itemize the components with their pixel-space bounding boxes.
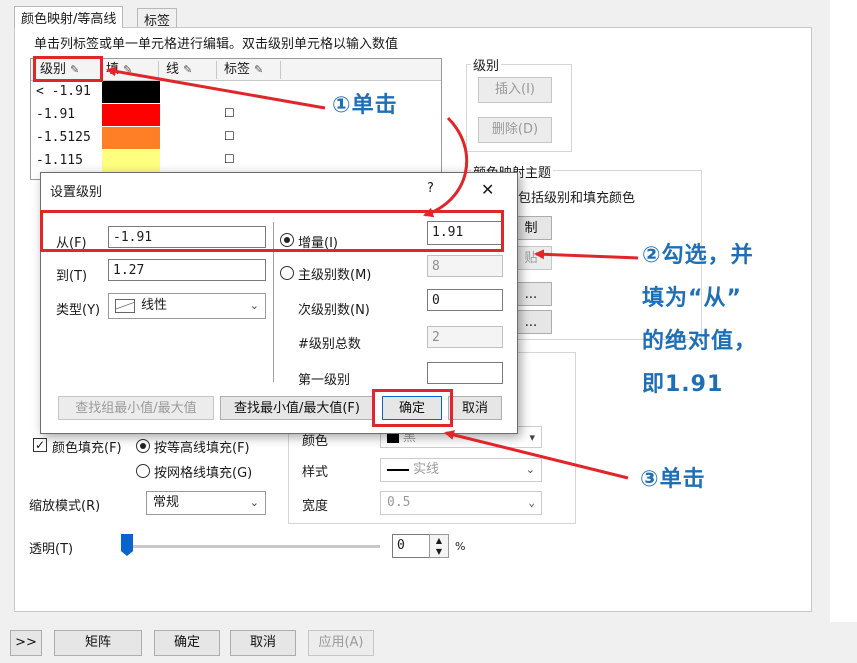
tab-colormap-contour[interactable]: 颜色映射/等高线 [14, 6, 124, 28]
grid-row-level[interactable]: -1.5125 [36, 130, 91, 145]
annotation-step2-line1: ②勾选，并 [642, 243, 754, 268]
fill-by-grid-label: 按网格线填充(G) [154, 466, 253, 481]
to-input[interactable]: 1.27 [108, 259, 266, 281]
find-group-minmax-button[interactable]: 查找组最小值/最大值 [58, 396, 214, 420]
transparency-input[interactable]: 0 [392, 534, 430, 558]
grid-row-level[interactable]: -1.91 [36, 107, 75, 122]
colormap-theme-desc: 包括级别和填充颜色 [518, 191, 636, 206]
color-fill-label: 颜色填充(F) [52, 441, 122, 456]
spin-down-icon[interactable]: ▼ [430, 546, 448, 557]
fill-by-contour-label: 按等高线填充(F) [154, 441, 250, 456]
pencil-icon: ✎ [254, 63, 264, 76]
major-levels-label: 主级别数(M) [298, 268, 372, 283]
type-select[interactable]: 线性 ⌄ [108, 293, 266, 319]
dialog-title: 设置级别 [50, 185, 103, 200]
level-group-title: 级别 [471, 55, 502, 74]
fill-by-contour-radio[interactable] [136, 439, 150, 453]
line-style-label: 样式 [302, 465, 329, 480]
grid-row-fill-swatch[interactable] [102, 150, 160, 172]
pencil-icon: ✎ [123, 63, 133, 76]
transparency-label: 透明(T) [29, 542, 74, 557]
chevron-down-icon: ▾ [529, 431, 535, 444]
grid-row-fill-swatch[interactable] [102, 81, 160, 103]
scale-mode-label: 缩放模式(R) [29, 499, 101, 514]
dialog-cancel-button[interactable]: 取消 [448, 396, 502, 420]
first-level-label: 第一级别 [298, 373, 351, 388]
column-header-label[interactable]: 标签 ✎ [224, 60, 263, 80]
first-level-input[interactable] [427, 362, 503, 384]
total-levels-label: #级别总数 [298, 337, 361, 352]
annotation-step2-line4: 即1.91 [642, 372, 724, 397]
minor-levels-label: 次级别数(N) [298, 303, 370, 318]
linear-scale-icon [115, 298, 135, 313]
total-levels-input: 2 [427, 326, 503, 348]
spin-up-icon[interactable]: ▲ [430, 535, 448, 546]
major-levels-input[interactable]: 8 [427, 255, 503, 277]
highlight-level-header [33, 56, 103, 82]
transparency-spinner[interactable]: ▲ ▼ [429, 534, 449, 558]
cancel-button[interactable]: 取消 [230, 630, 296, 656]
annotation-step2-line2: 填为“从” [642, 286, 742, 311]
column-header-fill[interactable]: 填 ✎ [106, 60, 132, 80]
grid-row-level[interactable]: < -1.91 [36, 84, 91, 99]
solid-line-icon [387, 468, 409, 471]
annotation-step2-line3: 的绝对值， [642, 329, 758, 354]
highlight-ok-button [372, 389, 453, 427]
help-icon[interactable]: ? [427, 181, 434, 196]
minor-levels-input[interactable]: 0 [427, 289, 503, 311]
percent-unit: % [455, 540, 466, 553]
chevron-down-icon: ⌄ [249, 299, 259, 312]
hint-text: 单击列标签或单一单元格进行编辑。双击级别单元格以输入数值 [34, 37, 399, 52]
expand-button[interactable]: >> [10, 630, 42, 656]
chevron-down-icon: ⌄ [528, 496, 535, 509]
insert-button[interactable]: 插入(I) [478, 77, 552, 103]
fill-by-grid-radio[interactable] [136, 464, 150, 478]
column-header-line[interactable]: 线 ✎ [166, 60, 192, 80]
line-width-select[interactable]: 0.5 ⌄ [380, 491, 542, 515]
line-style-select[interactable]: 实线 ⌄ [380, 458, 542, 482]
grid-row-label-checkbox[interactable]: ☐ [224, 129, 235, 143]
to-label: 到(T) [56, 269, 88, 284]
highlight-from-increment-row [40, 210, 504, 252]
grid-row-label-checkbox[interactable]: ☐ [224, 106, 235, 120]
tab-labels[interactable]: 标签 [137, 8, 178, 29]
major-levels-radio[interactable] [280, 266, 294, 280]
annotation-step3: ③单击 [640, 467, 706, 492]
type-label: 类型(Y) [56, 303, 101, 318]
pencil-icon: ✎ [183, 63, 193, 76]
grid-row-level[interactable]: -1.115 [36, 153, 83, 168]
chevron-down-icon: ⌄ [525, 463, 535, 476]
annotation-step1: ①单击 [332, 93, 398, 118]
apply-button[interactable]: 应用(A) [308, 630, 374, 656]
line-width-label: 宽度 [302, 499, 329, 514]
grid-row-fill-swatch[interactable] [102, 127, 160, 149]
color-fill-checkbox[interactable]: ✓ [33, 438, 47, 452]
color-swatch [387, 432, 399, 443]
grid-row-label-checkbox[interactable]: ☐ [224, 152, 235, 166]
ok-button[interactable]: 确定 [154, 630, 220, 656]
matrix-button[interactable]: 矩阵 [54, 630, 142, 656]
grid-row-fill-swatch[interactable] [102, 104, 160, 126]
scale-mode-select[interactable]: 常规 ⌄ [146, 491, 266, 515]
transparency-slider-track[interactable] [124, 545, 380, 548]
close-icon[interactable]: ✕ [481, 180, 494, 199]
delete-button[interactable]: 删除(D) [478, 117, 552, 143]
find-minmax-button[interactable]: 查找最小值/最大值(F) [220, 396, 374, 420]
chevron-down-icon: ⌄ [249, 496, 259, 509]
